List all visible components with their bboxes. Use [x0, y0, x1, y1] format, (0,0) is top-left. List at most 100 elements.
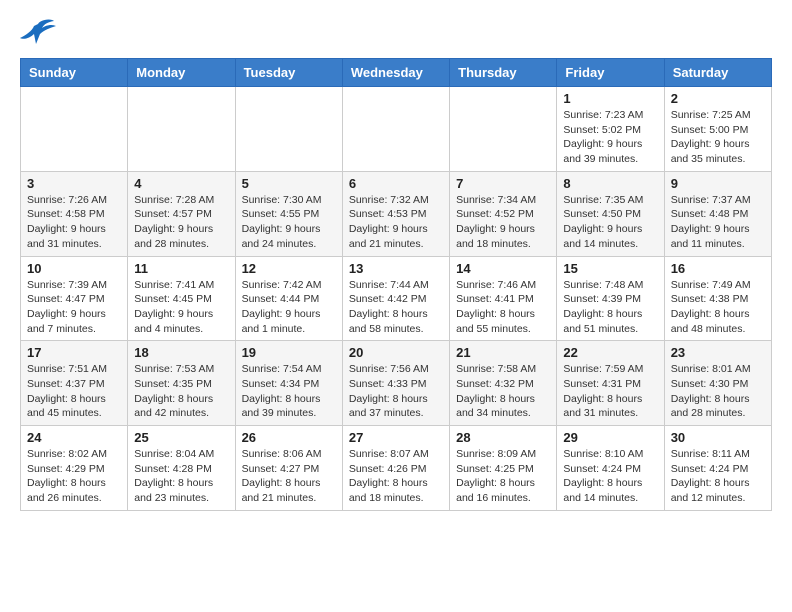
- day-number: 28: [456, 430, 550, 445]
- day-info: Sunrise: 7:42 AM Sunset: 4:44 PM Dayligh…: [242, 278, 336, 337]
- day-number: 22: [563, 345, 657, 360]
- day-info: Sunrise: 7:58 AM Sunset: 4:32 PM Dayligh…: [456, 362, 550, 421]
- day-number: 3: [27, 176, 121, 191]
- logo-icon: [20, 16, 56, 46]
- calendar-cell: 22 Sunrise: 7:59 AM Sunset: 4:31 PM Dayli…: [557, 341, 664, 426]
- day-number: 20: [349, 345, 443, 360]
- day-info: Sunrise: 7:48 AM Sunset: 4:39 PM Dayligh…: [563, 278, 657, 337]
- calendar-cell: 3 Sunrise: 7:26 AM Sunset: 4:58 PM Daylig…: [21, 171, 128, 256]
- day-number: 30: [671, 430, 765, 445]
- day-info: Sunrise: 7:46 AM Sunset: 4:41 PM Dayligh…: [456, 278, 550, 337]
- header-day-tuesday: Tuesday: [235, 59, 342, 87]
- calendar-cell: 4 Sunrise: 7:28 AM Sunset: 4:57 PM Daylig…: [128, 171, 235, 256]
- day-number: 4: [134, 176, 228, 191]
- header-day-monday: Monday: [128, 59, 235, 87]
- header-day-wednesday: Wednesday: [342, 59, 449, 87]
- calendar-cell: 17 Sunrise: 7:51 AM Sunset: 4:37 PM Dayli…: [21, 341, 128, 426]
- day-info: Sunrise: 7:35 AM Sunset: 4:50 PM Dayligh…: [563, 193, 657, 252]
- calendar-table: SundayMondayTuesdayWednesdayThursdayFrid…: [20, 58, 772, 511]
- day-number: 15: [563, 261, 657, 276]
- calendar-week-3: 17 Sunrise: 7:51 AM Sunset: 4:37 PM Dayli…: [21, 341, 772, 426]
- calendar-cell: 27 Sunrise: 8:07 AM Sunset: 4:26 PM Dayli…: [342, 426, 449, 511]
- day-number: 27: [349, 430, 443, 445]
- day-number: 7: [456, 176, 550, 191]
- calendar-week-1: 3 Sunrise: 7:26 AM Sunset: 4:58 PM Daylig…: [21, 171, 772, 256]
- day-number: 17: [27, 345, 121, 360]
- calendar-body: 1Sunrise: 7:23 AM Sunset: 5:02 PM Daylig…: [21, 87, 772, 511]
- day-number: 13: [349, 261, 443, 276]
- day-number: 5: [242, 176, 336, 191]
- day-number: 16: [671, 261, 765, 276]
- day-info: Sunrise: 7:32 AM Sunset: 4:53 PM Dayligh…: [349, 193, 443, 252]
- day-number: 19: [242, 345, 336, 360]
- day-number: 9: [671, 176, 765, 191]
- day-info: Sunrise: 8:09 AM Sunset: 4:25 PM Dayligh…: [456, 447, 550, 506]
- logo: [20, 16, 60, 46]
- day-number: 6: [349, 176, 443, 191]
- day-number: 2: [671, 91, 765, 106]
- calendar-week-0: 1Sunrise: 7:23 AM Sunset: 5:02 PM Daylig…: [21, 87, 772, 172]
- calendar-cell: 29 Sunrise: 8:10 AM Sunset: 4:24 PM Dayli…: [557, 426, 664, 511]
- day-info: Sunrise: 8:02 AM Sunset: 4:29 PM Dayligh…: [27, 447, 121, 506]
- calendar-cell: 26 Sunrise: 8:06 AM Sunset: 4:27 PM Dayli…: [235, 426, 342, 511]
- calendar-cell: 21 Sunrise: 7:58 AM Sunset: 4:32 PM Dayli…: [450, 341, 557, 426]
- day-info: Sunrise: 8:11 AM Sunset: 4:24 PM Dayligh…: [671, 447, 765, 506]
- day-number: 21: [456, 345, 550, 360]
- calendar-cell: 2Sunrise: 7:25 AM Sunset: 5:00 PM Daylig…: [664, 87, 771, 172]
- day-number: 10: [27, 261, 121, 276]
- day-number: 29: [563, 430, 657, 445]
- calendar-cell: 6 Sunrise: 7:32 AM Sunset: 4:53 PM Daylig…: [342, 171, 449, 256]
- header-day-saturday: Saturday: [664, 59, 771, 87]
- day-info: Sunrise: 7:51 AM Sunset: 4:37 PM Dayligh…: [27, 362, 121, 421]
- day-info: Sunrise: 7:49 AM Sunset: 4:38 PM Dayligh…: [671, 278, 765, 337]
- header-day-friday: Friday: [557, 59, 664, 87]
- day-info: Sunrise: 7:56 AM Sunset: 4:33 PM Dayligh…: [349, 362, 443, 421]
- calendar-cell: 5Sunrise: 7:30 AM Sunset: 4:55 PM Daylig…: [235, 171, 342, 256]
- calendar-week-4: 24 Sunrise: 8:02 AM Sunset: 4:29 PM Dayli…: [21, 426, 772, 511]
- calendar-cell: [450, 87, 557, 172]
- calendar-cell: [128, 87, 235, 172]
- day-info: Sunrise: 8:10 AM Sunset: 4:24 PM Dayligh…: [563, 447, 657, 506]
- day-info: Sunrise: 7:28 AM Sunset: 4:57 PM Dayligh…: [134, 193, 228, 252]
- day-info: Sunrise: 8:04 AM Sunset: 4:28 PM Dayligh…: [134, 447, 228, 506]
- day-info: Sunrise: 7:41 AM Sunset: 4:45 PM Dayligh…: [134, 278, 228, 337]
- day-number: 25: [134, 430, 228, 445]
- calendar-cell: 10 Sunrise: 7:39 AM Sunset: 4:47 PM Dayli…: [21, 256, 128, 341]
- calendar-cell: [21, 87, 128, 172]
- day-info: Sunrise: 8:07 AM Sunset: 4:26 PM Dayligh…: [349, 447, 443, 506]
- calendar-header: SundayMondayTuesdayWednesdayThursdayFrid…: [21, 59, 772, 87]
- day-info: Sunrise: 7:44 AM Sunset: 4:42 PM Dayligh…: [349, 278, 443, 337]
- day-info: Sunrise: 7:53 AM Sunset: 4:35 PM Dayligh…: [134, 362, 228, 421]
- day-number: 18: [134, 345, 228, 360]
- calendar-cell: 16 Sunrise: 7:49 AM Sunset: 4:38 PM Dayli…: [664, 256, 771, 341]
- calendar-cell: 7 Sunrise: 7:34 AM Sunset: 4:52 PM Daylig…: [450, 171, 557, 256]
- calendar-header-row: SundayMondayTuesdayWednesdayThursdayFrid…: [21, 59, 772, 87]
- day-number: 26: [242, 430, 336, 445]
- calendar-cell: 14 Sunrise: 7:46 AM Sunset: 4:41 PM Dayli…: [450, 256, 557, 341]
- calendar-cell: 18 Sunrise: 7:53 AM Sunset: 4:35 PM Dayli…: [128, 341, 235, 426]
- calendar-cell: 28 Sunrise: 8:09 AM Sunset: 4:25 PM Dayli…: [450, 426, 557, 511]
- day-info: Sunrise: 7:39 AM Sunset: 4:47 PM Dayligh…: [27, 278, 121, 337]
- day-info: Sunrise: 8:06 AM Sunset: 4:27 PM Dayligh…: [242, 447, 336, 506]
- day-number: 14: [456, 261, 550, 276]
- day-info: Sunrise: 8:01 AM Sunset: 4:30 PM Dayligh…: [671, 362, 765, 421]
- day-number: 12: [242, 261, 336, 276]
- calendar-cell: 12 Sunrise: 7:42 AM Sunset: 4:44 PM Dayli…: [235, 256, 342, 341]
- calendar-cell: 24 Sunrise: 8:02 AM Sunset: 4:29 PM Dayli…: [21, 426, 128, 511]
- day-number: 24: [27, 430, 121, 445]
- day-info: Sunrise: 7:59 AM Sunset: 4:31 PM Dayligh…: [563, 362, 657, 421]
- calendar-cell: 8Sunrise: 7:35 AM Sunset: 4:50 PM Daylig…: [557, 171, 664, 256]
- calendar-cell: 9 Sunrise: 7:37 AM Sunset: 4:48 PM Daylig…: [664, 171, 771, 256]
- calendar-cell: 20 Sunrise: 7:56 AM Sunset: 4:33 PM Dayli…: [342, 341, 449, 426]
- day-number: 23: [671, 345, 765, 360]
- day-info: Sunrise: 7:37 AM Sunset: 4:48 PM Dayligh…: [671, 193, 765, 252]
- day-info: Sunrise: 7:54 AM Sunset: 4:34 PM Dayligh…: [242, 362, 336, 421]
- header-day-sunday: Sunday: [21, 59, 128, 87]
- calendar-cell: [342, 87, 449, 172]
- calendar-cell: 11Sunrise: 7:41 AM Sunset: 4:45 PM Dayli…: [128, 256, 235, 341]
- calendar-cell: [235, 87, 342, 172]
- day-info: Sunrise: 7:26 AM Sunset: 4:58 PM Dayligh…: [27, 193, 121, 252]
- calendar-cell: 15 Sunrise: 7:48 AM Sunset: 4:39 PM Dayli…: [557, 256, 664, 341]
- calendar-cell: 1Sunrise: 7:23 AM Sunset: 5:02 PM Daylig…: [557, 87, 664, 172]
- day-info: Sunrise: 7:34 AM Sunset: 4:52 PM Dayligh…: [456, 193, 550, 252]
